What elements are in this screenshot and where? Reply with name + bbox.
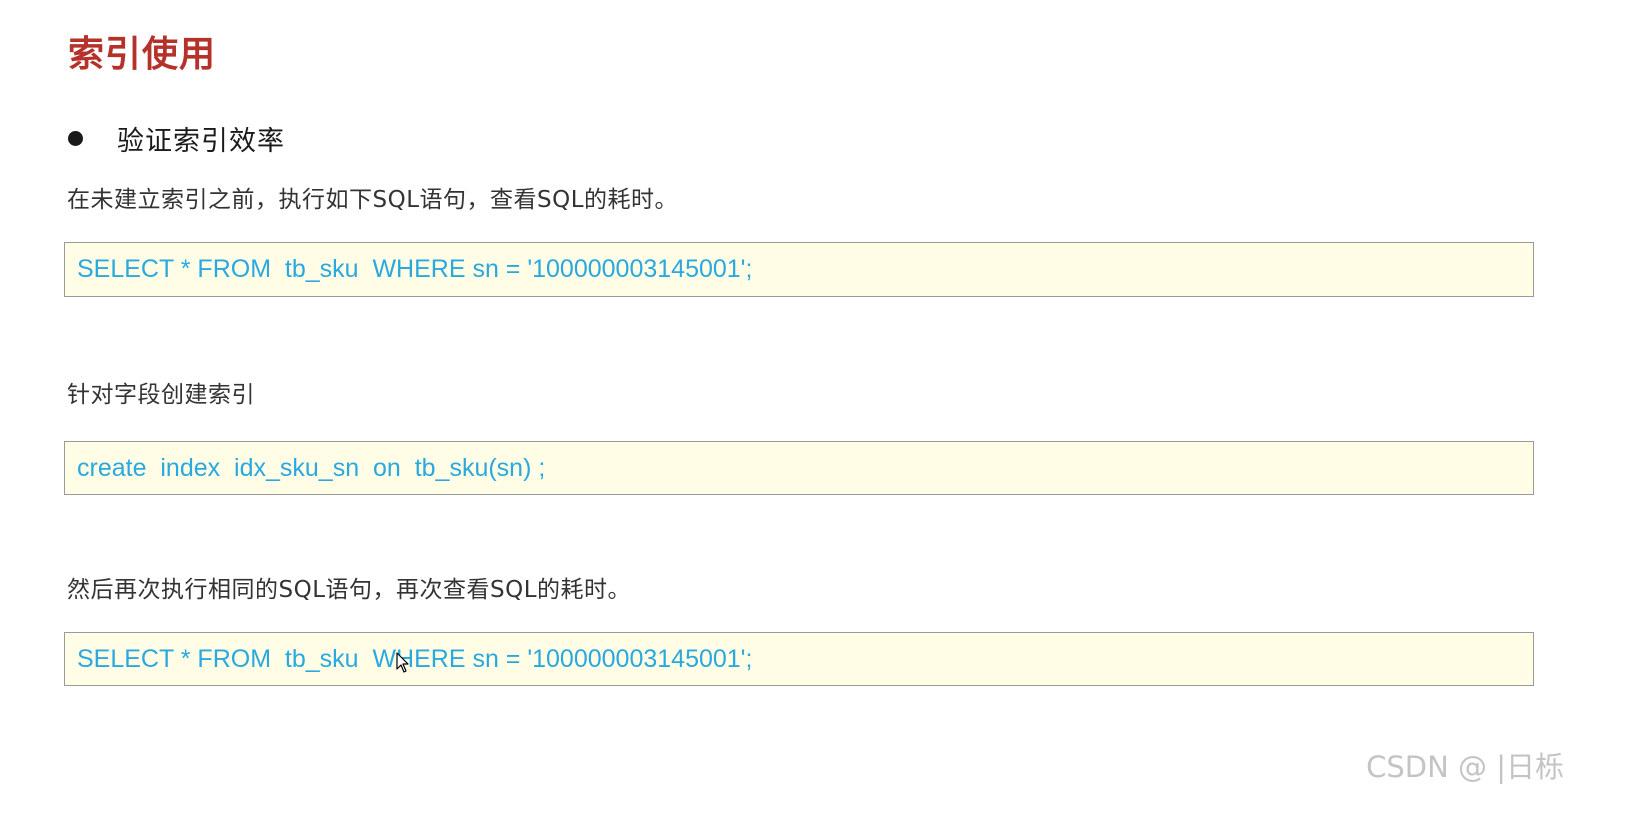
step-1-code-block: SELECT * FROM tb_sku WHERE sn = '1000000… [64,242,1534,297]
step-3-code-block: SELECT * FROM tb_sku WHERE sn = '1000000… [64,632,1534,686]
step-2-code-block: create index idx_sku_sn on tb_sku(sn) ; [64,441,1534,495]
bullet-item-label: 验证索引效率 [117,125,285,157]
bullet-item: 验证索引效率 [68,116,285,160]
mouse-pointer-icon [396,652,409,673]
page-title: 索引使用 [68,34,217,75]
step-1-code-text: SELECT * FROM tb_sku WHERE sn = '1000000… [77,255,753,283]
bullet-dot-icon [68,130,83,146]
step-2-code-text: create index idx_sku_sn on tb_sku(sn) ; [77,453,546,482]
step-1-description: 在未建立索引之前，执行如下SQL语句，查看SQL的耗时。 [67,187,679,213]
step-3-description: 然后再次执行相同的SQL语句，再次查看SQL的耗时。 [67,577,632,603]
watermark: CSDN @ |日栎 [1366,750,1564,784]
step-2-description: 针对字段创建索引 [67,382,255,408]
step-3-code-text: SELECT * FROM tb_sku WHERE sn = '1000000… [77,644,753,673]
